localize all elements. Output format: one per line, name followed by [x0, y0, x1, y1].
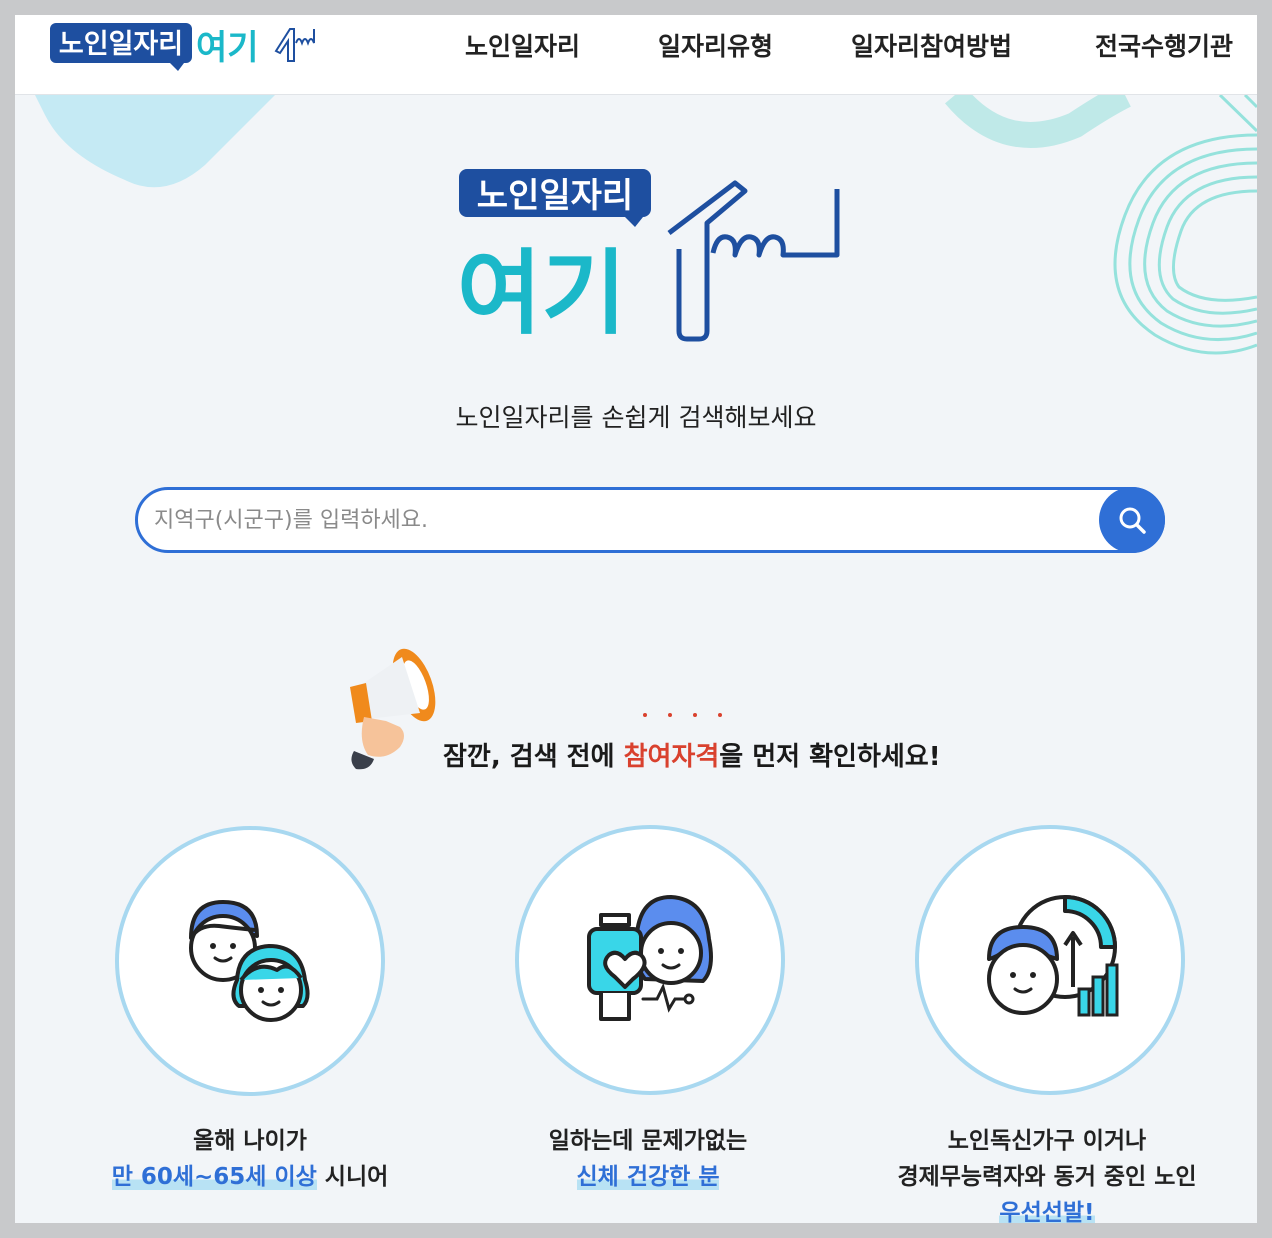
health-watch-icon — [587, 895, 713, 1021]
decor-rings-right — [945, 95, 1257, 355]
health-criteria-text: 일하는데 문제가없는 신체 건강한 분 — [448, 1123, 848, 1195]
nav-how-to-join[interactable]: 일자리참여방법 — [851, 27, 1012, 63]
senior-growth-icon — [987, 895, 1119, 1017]
age-criteria-highlight: 만 60세~65세 이상 — [111, 1164, 317, 1190]
priority-criteria-text: 노인독신가구 이거나 경제무능력자와 동거 중인 노인 우선선발! — [847, 1123, 1247, 1223]
hero-tagline: 노인일자리를 손쉽게 검색해보세요 — [455, 403, 817, 432]
hero-logo: 노인일자리 여기 — [457, 169, 840, 345]
site-header: 노인일자리 여기 노인일자리 일자리유형 일자리참여방법 전국수행기관 — [15, 15, 1257, 95]
hero-logo-top: 노인일자리 — [477, 176, 633, 216]
header-logo-top: 노인일자리 — [59, 29, 183, 60]
age-criteria-circle — [115, 826, 385, 1096]
priority-criteria-line2: 경제무능력자와 동거 중인 노인 — [897, 1164, 1197, 1190]
priority-criteria-highlight: 우선선발! — [999, 1200, 1095, 1223]
eligibility-notice: 잠깐, 검색 전에 참여자격을 먼저 확인하세요! — [443, 736, 941, 773]
search-input[interactable] — [154, 498, 1084, 542]
notice-highlight: 참여자격 — [623, 742, 720, 772]
search-icon — [1119, 507, 1146, 534]
megaphone-icon — [350, 648, 436, 770]
decor-shape-left — [35, 95, 275, 188]
notice-text-before: 잠깐, 검색 전에 — [443, 742, 624, 772]
hero-logo-bottom: 여기 — [457, 240, 626, 345]
emphasis-dots — [643, 713, 722, 717]
senior-couple-icon — [189, 900, 310, 1022]
age-criteria-line2: 시니어 — [316, 1164, 389, 1190]
nav-senior-jobs[interactable]: 노인일자리 — [465, 27, 580, 63]
health-criteria-highlight: 신체 건강한 분 — [576, 1164, 720, 1190]
page-frame: 노인일자리 여기 노인일자리 일자리유형 일자리참여방법 전국수행기관 노인일자… — [15, 15, 1257, 1223]
age-criteria-line1: 올해 나이가 — [193, 1128, 307, 1154]
nav-job-types[interactable]: 일자리유형 — [658, 27, 773, 63]
site-logo[interactable]: 노인일자리 여기 — [50, 21, 320, 71]
age-criteria-text: 올해 나이가 만 60세~65세 이상 시니어 — [50, 1123, 450, 1195]
notice-text-after: 을 먼저 확인하세요! — [719, 742, 941, 772]
header-logo-bottom: 여기 — [196, 28, 259, 68]
search-bar — [135, 487, 1165, 553]
priority-criteria-circle — [915, 825, 1185, 1095]
health-criteria-circle — [515, 825, 785, 1095]
priority-criteria-line1: 노인독신가구 이거나 — [947, 1128, 1147, 1154]
nav-agencies[interactable]: 전국수행기관 — [1095, 27, 1233, 63]
health-criteria-line1: 일하는데 문제가없는 — [548, 1128, 748, 1154]
search-button[interactable] — [1099, 487, 1165, 553]
